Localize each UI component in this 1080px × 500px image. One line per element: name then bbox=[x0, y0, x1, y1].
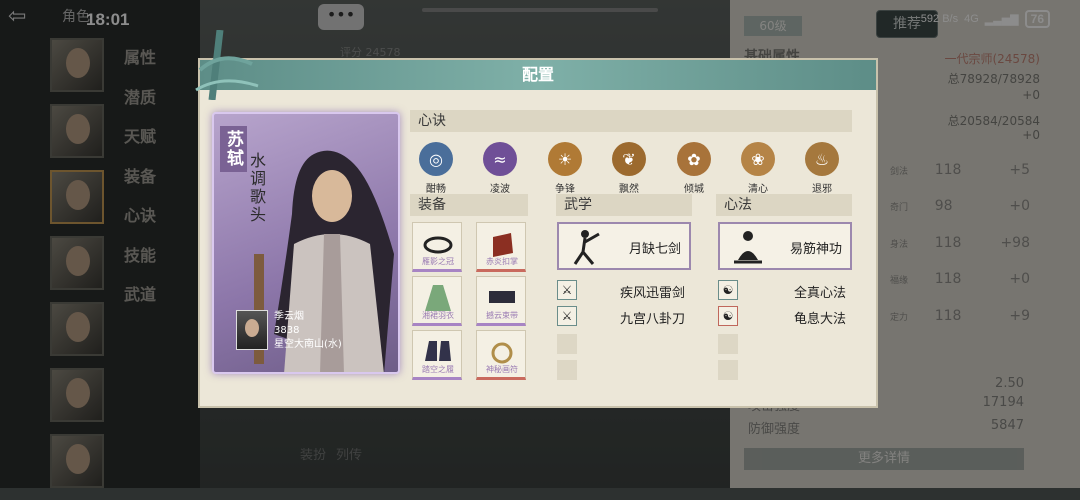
skill-slot[interactable]: ✿ 倾城 bbox=[669, 142, 719, 195]
bamboo-decoration-icon bbox=[195, 30, 259, 100]
hero-card[interactable]: 苏轼 水调歌头 季云烟 3838 星空大南山(水) bbox=[212, 112, 400, 374]
lotus-icon: ❀ bbox=[741, 142, 775, 176]
sun-icon: ☀ bbox=[548, 142, 582, 176]
sub-inner-slot[interactable]: ☯ 全真心法 bbox=[718, 280, 852, 302]
xinfa-header: 心法 bbox=[716, 194, 852, 216]
meditation-icon bbox=[734, 231, 762, 264]
hero-title: 水调歌头 bbox=[247, 152, 266, 224]
wave-icon: ≈ bbox=[483, 142, 517, 176]
wuxue-header: 武学 bbox=[556, 194, 692, 216]
owner-power: 3838 bbox=[274, 325, 300, 336]
empty-slot[interactable] bbox=[557, 360, 577, 380]
main-martial-slot[interactable]: 月缺七剑 bbox=[557, 222, 691, 270]
equip-header: 装备 bbox=[410, 194, 528, 216]
main-inner-slot[interactable]: 易筋神功 bbox=[718, 222, 852, 270]
sub-martial-slot[interactable]: ⚔ 九宫八卦刀 bbox=[557, 306, 691, 328]
flame-icon: ♨ bbox=[805, 142, 839, 176]
skill-slot[interactable]: ☀ 争锋 bbox=[540, 142, 590, 195]
equip-slot[interactable]: 雁影之冠 bbox=[412, 222, 462, 272]
martial-figure-icon: ⚔ bbox=[557, 306, 577, 326]
equip-slot[interactable]: 踏空之履 bbox=[412, 330, 462, 380]
hero-name: 苏轼 bbox=[220, 126, 247, 172]
owner-info: 季云烟 3838 星空大南山(水) bbox=[236, 310, 342, 352]
swordsman-icon bbox=[573, 230, 600, 265]
talisman-icon bbox=[491, 342, 513, 364]
equip-slot[interactable]: 湘裙羽衣 bbox=[412, 276, 462, 326]
meditation-figure-icon: ☯ bbox=[718, 306, 738, 326]
owner-server: 星空大南山(水) bbox=[274, 339, 342, 350]
leaf-icon: ❦ bbox=[612, 142, 646, 176]
equip-slot[interactable]: 赤炎扣掌 bbox=[476, 222, 526, 272]
empty-slot[interactable] bbox=[557, 334, 577, 354]
sub-martial-slot[interactable]: ⚔ 疾风迅雷剑 bbox=[557, 280, 691, 302]
config-dialog: 配置 苏轼 水调歌头 季云烟 3838 星空大南山(水) 心诀 ◎ 酣畅 ≈ 凌波 … bbox=[195, 30, 878, 408]
dialog-title: 配置 bbox=[521, 65, 554, 84]
empty-slot[interactable] bbox=[718, 360, 738, 380]
sub-inner-slot[interactable]: ☯ 龟息大法 bbox=[718, 306, 852, 328]
martial-figure-icon: ⚔ bbox=[557, 280, 577, 300]
swirl-icon: ◎ bbox=[419, 142, 453, 176]
boots-icon bbox=[425, 341, 451, 361]
owner-name: 季云烟 bbox=[274, 311, 304, 322]
equip-slot[interactable]: 撼云束带 bbox=[476, 276, 526, 326]
glove-icon bbox=[493, 233, 513, 257]
meditation-figure-icon: ☯ bbox=[718, 280, 738, 300]
skill-slot[interactable]: ❀ 清心 bbox=[733, 142, 783, 195]
skill-slot[interactable]: ❦ 飘然 bbox=[604, 142, 654, 195]
skill-slot[interactable]: ♨ 退邪 bbox=[797, 142, 847, 195]
xinjue-header: 心诀 bbox=[410, 110, 852, 132]
skill-slot[interactable]: ◎ 酣畅 bbox=[411, 142, 461, 195]
empty-slot[interactable] bbox=[718, 334, 738, 354]
equip-slot[interactable]: 神秘画符 bbox=[476, 330, 526, 380]
owner-avatar bbox=[236, 310, 268, 350]
belt-icon bbox=[489, 291, 515, 303]
skill-slot[interactable]: ≈ 凌波 bbox=[475, 142, 525, 195]
fan-icon: ✿ bbox=[677, 142, 711, 176]
crown-icon bbox=[423, 236, 453, 254]
robe-icon bbox=[425, 285, 451, 311]
